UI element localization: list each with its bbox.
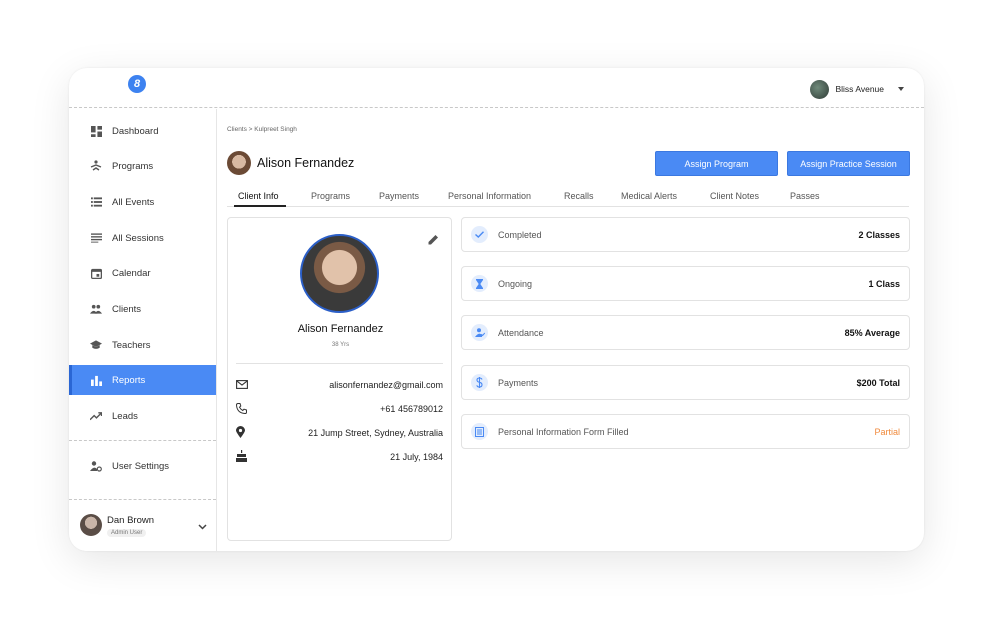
dollar-icon: [471, 374, 488, 391]
stat-value: 85% Average: [844, 327, 900, 338]
stat-ongoing: Ongoing 1 Class: [461, 266, 910, 301]
user-settings-icon: [90, 460, 102, 472]
stat-payments: Payments $200 Total: [461, 365, 910, 400]
form-icon: [471, 423, 488, 440]
stat-value: 2 Classes: [858, 229, 900, 240]
sidebar-item-label: Leads: [112, 410, 138, 422]
client-header: Alison Fernandez: [227, 151, 354, 175]
sidebar-item-label: Dashboard: [112, 125, 159, 137]
mail-icon: [236, 379, 248, 391]
stat-attendance: Attendance 85% Average: [461, 315, 910, 350]
account-switcher[interactable]: Bliss Avenue: [810, 79, 904, 99]
location-pin-icon: [236, 426, 245, 440]
tab-medical-alerts[interactable]: Medical Alerts: [621, 189, 677, 207]
sidebar-item-clients[interactable]: Clients: [69, 294, 216, 324]
sidebar-item-all-sessions[interactable]: All Sessions: [69, 223, 216, 253]
user-menu[interactable]: Dan Brown Admin User: [69, 501, 216, 551]
divider: [236, 363, 443, 364]
sidebar-item-label: Calendar: [112, 267, 151, 279]
sidebar-divider: [69, 499, 216, 500]
sidebar-item-label: Programs: [112, 160, 154, 172]
people-icon: [90, 303, 102, 315]
graduation-cap-icon: [90, 339, 102, 351]
stat-value: $200 Total: [856, 377, 900, 388]
sidebar-item-dashboard[interactable]: Dashboard: [69, 116, 216, 146]
stat-completed: Completed 2 Classes: [461, 217, 910, 252]
stat-label: Attendance: [498, 327, 544, 338]
caret-down-icon: [898, 87, 904, 91]
birthday-row: 21 July, 1984: [236, 450, 443, 464]
sidebar-item-label: User Settings: [112, 460, 170, 472]
user-role-badge: Admin User: [107, 529, 147, 537]
dashboard-icon: [90, 125, 102, 137]
assign-practice-session-button[interactable]: Assign Practice Session: [787, 151, 910, 176]
sidebar-item-user-settings[interactable]: User Settings: [69, 451, 216, 481]
top-bar: 8 Bliss Avenue: [69, 68, 924, 108]
stat-value: 1 Class: [868, 278, 900, 289]
sidebar-item-reports[interactable]: Reports: [69, 365, 216, 395]
stat-personal-information-form: Personal Information Form Filled Partial: [461, 414, 910, 449]
profile-photo: [300, 234, 379, 313]
sidebar-item-label: Clients: [112, 303, 142, 315]
sidebar-divider: [69, 440, 216, 441]
check-icon: [471, 226, 488, 243]
phone-icon: [235, 402, 247, 416]
tab-payments[interactable]: Payments: [379, 189, 419, 207]
stat-label: Completed: [498, 229, 542, 240]
sidebar-item-teachers[interactable]: Teachers: [69, 330, 216, 360]
trending-up-icon: [90, 410, 102, 422]
sidebar-item-leads[interactable]: Leads: [69, 401, 216, 431]
page-title: Alison Fernandez: [257, 156, 355, 170]
logo[interactable]: 8: [128, 75, 146, 93]
account-avatar: [810, 79, 830, 99]
avatar: [80, 514, 102, 536]
app-window: 8 Bliss Avenue Dashboard Programs All Ev…: [69, 68, 924, 551]
client-profile-card: Alison Fernandez 38 Yrs alisonfernandez@…: [227, 217, 452, 541]
profile-age: 38 Yrs: [331, 342, 350, 348]
stat-label: Ongoing: [498, 278, 533, 289]
avatar: [227, 151, 251, 175]
hourglass-icon: [471, 275, 488, 292]
profile-email[interactable]: alisonfernandez@gmail.com: [329, 380, 443, 390]
sidebar-item-label: All Sessions: [112, 232, 164, 244]
tab-passes[interactable]: Passes: [790, 189, 820, 207]
tab-programs[interactable]: Programs: [311, 189, 350, 207]
address-row: 21 Jump Street, Sydney, Australia: [236, 426, 443, 440]
sidebar-item-calendar[interactable]: Calendar: [69, 258, 216, 288]
yoga-icon: [90, 160, 102, 172]
tab-personal-information[interactable]: Personal Information: [448, 189, 531, 207]
tab-bar: Client Info Programs Payments Personal I…: [227, 189, 909, 207]
list-icon: [90, 196, 102, 208]
profile-phone[interactable]: +61 456789012: [380, 404, 443, 414]
phone-row: +61 456789012: [235, 402, 443, 416]
stat-value-partial: Partial: [874, 426, 900, 437]
assign-program-button[interactable]: Assign Program: [655, 151, 778, 176]
profile-address: 21 Jump Street, Sydney, Australia: [308, 428, 443, 438]
user-name: Dan Brown: [107, 515, 154, 526]
person-check-icon: [471, 324, 488, 341]
chevron-down-icon[interactable]: [198, 517, 207, 535]
sidebar-item-label: All Events: [112, 196, 155, 208]
email-row: alisonfernandez@gmail.com: [236, 378, 443, 392]
sidebar: Dashboard Programs All Events All Sessio…: [69, 109, 217, 551]
breadcrumb[interactable]: Clients > Kulpreet Singh: [227, 126, 297, 133]
tab-client-notes[interactable]: Client Notes: [710, 189, 759, 207]
sidebar-item-label: Reports: [112, 374, 146, 386]
stat-label: Personal Information Form Filled: [498, 426, 629, 437]
tab-client-info[interactable]: Client Info: [234, 189, 286, 207]
profile-birthday: 21 July, 1984: [390, 452, 443, 462]
sidebar-item-all-events[interactable]: All Events: [69, 187, 216, 217]
main-content: Clients > Kulpreet Singh Alison Fernande…: [227, 109, 917, 551]
tab-recalls[interactable]: Recalls: [564, 189, 594, 207]
sidebar-item-label: Teachers: [112, 339, 151, 351]
bar-chart-icon: [90, 374, 102, 386]
cake-icon: [236, 450, 247, 464]
sidebar-item-programs[interactable]: Programs: [69, 151, 216, 181]
stat-label: Payments: [498, 377, 539, 388]
calendar-icon: [90, 267, 102, 279]
edit-pencil-icon[interactable]: [428, 232, 439, 250]
profile-name: Alison Fernandez: [297, 323, 384, 335]
lines-icon: [90, 232, 102, 244]
account-name: Bliss Avenue: [835, 84, 884, 94]
